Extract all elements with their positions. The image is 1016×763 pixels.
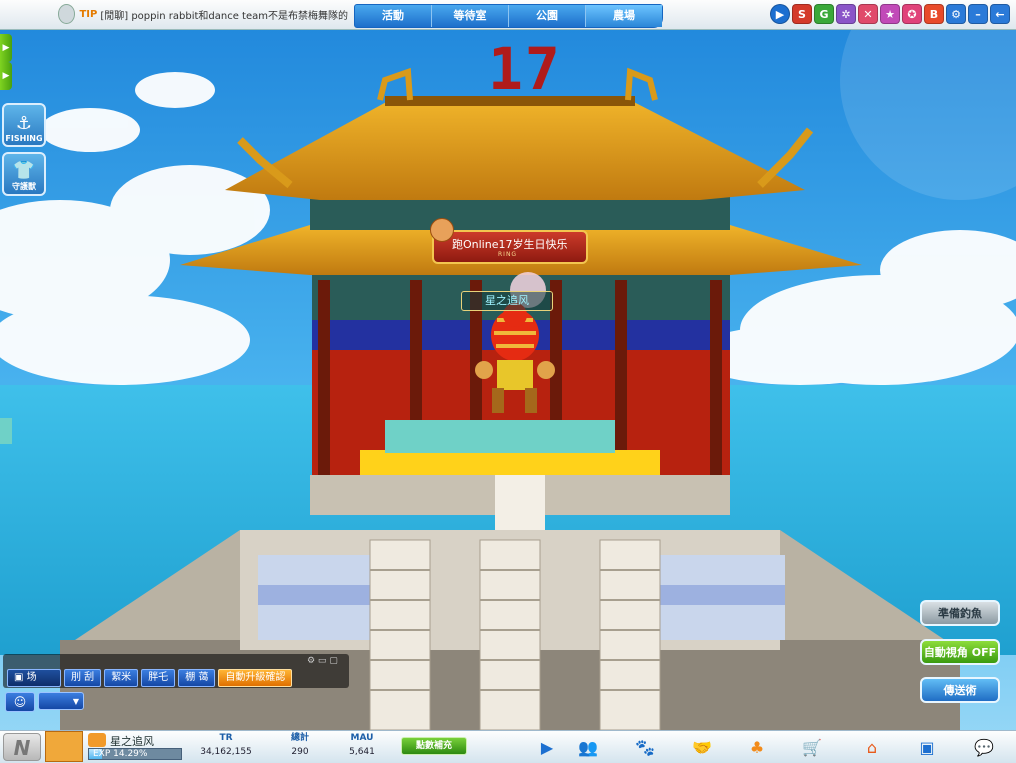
game-logo[interactable]: N — [3, 733, 41, 761]
chat-icon: ▣ — [14, 672, 27, 683]
book-label: B — [929, 7, 939, 21]
event-title: 跑Online17岁生日快乐 — [452, 238, 568, 251]
tab-park[interactable]: 公園 — [509, 5, 586, 27]
tab-farm[interactable]: 農場 — [586, 5, 662, 27]
prepare-fishing-label: 準備釣魚 — [938, 607, 982, 620]
friends-icon[interactable]: 👥 — [576, 736, 600, 758]
guild-icon[interactable]: ♣ — [745, 736, 769, 758]
handshake-icon[interactable]: 🤝 — [690, 736, 714, 758]
tab-activity[interactable]: 活動 — [355, 5, 432, 27]
game-scene: 17 — [0, 0, 1016, 762]
top-bar: TIP [閒聊] poppin rabbit和dance team不是布禁梅舞隊… — [0, 0, 1016, 30]
store-label: S — [798, 7, 806, 21]
player-name: 星之追风 — [110, 735, 154, 748]
chevron-down-icon: ▼ — [72, 697, 79, 706]
temple-sign: 17 — [488, 35, 562, 103]
book-icon[interactable]: B — [924, 4, 944, 24]
play-circle-icon[interactable]: ▶ — [535, 736, 559, 758]
stat-tr-value: 34,162,155 — [200, 747, 252, 757]
stat-tr-key: TR — [219, 733, 233, 743]
event-avatar-icon — [430, 218, 454, 242]
star-icon[interactable]: ★ — [880, 4, 900, 24]
chat-panel: ⚙ ▭ ▢ ▣ 场 刖 刮 絜米 胖乇 棚 蔼 自動升級確認 — [3, 654, 349, 688]
avatar[interactable] — [45, 731, 83, 762]
chat-input-row: ☺ ▼ — [5, 692, 84, 712]
nav-tabs: 活動 等待室 公園 農場 — [354, 4, 663, 28]
event-title-banner: 跑Online17岁生日快乐 RING — [430, 218, 588, 264]
mascot-icon — [58, 4, 76, 24]
gear-icon[interactable]: ⚙ — [946, 4, 966, 24]
pet-paw-icon[interactable]: 🐾 — [633, 736, 657, 758]
collapse-tab-2[interactable]: ▶ — [0, 62, 12, 90]
collapse-tab-1[interactable]: ▶ — [0, 34, 12, 62]
store-icon[interactable]: S — [792, 4, 812, 24]
smiley-icon: ☺ — [13, 695, 27, 709]
stat-tr: TR 34,162,155 — [188, 732, 264, 762]
chat-tabs: ▣ 场 刖 刮 絜米 胖乇 棚 蔼 自動升級確認 — [7, 669, 293, 687]
chat-channel-select[interactable]: ▼ — [38, 692, 84, 710]
tab-waiting-room[interactable]: 等待室 — [432, 5, 509, 27]
chat-tab-5[interactable]: 棚 蔼 — [178, 669, 216, 687]
x-icon[interactable]: ✕ — [858, 4, 878, 24]
stat-mau-key: MAU — [350, 733, 374, 743]
g-icon[interactable]: G — [814, 4, 834, 24]
teleport-button[interactable]: 傳送術 — [920, 677, 1000, 703]
auto-upgrade-confirm-button[interactable]: 自動升級確認 — [218, 669, 293, 687]
guardian-beast-button[interactable]: 👕 守護獸 — [2, 152, 46, 196]
prepare-fishing-button[interactable]: 準備釣魚 — [920, 600, 1000, 626]
event-subtitle: RING — [498, 251, 518, 258]
chat-tab-4[interactable]: 胖乇 — [141, 669, 176, 687]
tip-ticker[interactable]: TIP [閒聊] poppin rabbit和dance team不是布禁梅舞隊… — [58, 3, 348, 25]
fishing-hook-icon: ⚓ — [15, 113, 33, 134]
teleport-label: 傳送術 — [943, 684, 977, 697]
chat-tab-2[interactable]: 刖 刮 — [64, 669, 102, 687]
fishing-label: FISHING — [5, 134, 43, 143]
chat-tab-field-label: 场 — [26, 672, 37, 683]
guardian-label: 守護獸 — [12, 182, 36, 191]
exp-label: EXP 14.29% — [93, 749, 148, 759]
topup-button[interactable]: 點數補充 — [401, 737, 467, 755]
tip-text: [閒聊] poppin rabbit和dance team不是布禁梅舞隊的 — [100, 10, 348, 22]
stat-mau-value: 5,641 — [349, 747, 375, 757]
exp-bar: EXP 14.29% — [88, 748, 182, 760]
auto-view-label: 自動視角 OFF — [923, 646, 997, 659]
bag-icon[interactable]: ▣ — [915, 736, 939, 758]
settings-icon[interactable]: ✲ — [836, 4, 856, 24]
level-badge-icon — [88, 733, 106, 747]
auto-view-toggle[interactable]: 自動視角 OFF — [920, 639, 1000, 665]
star-book-icon[interactable]: ✪ — [902, 4, 922, 24]
chat-window-controls[interactable]: ⚙ ▭ ▢ — [307, 656, 338, 666]
fishing-button[interactable]: ⚓ FISHING — [2, 103, 46, 147]
player-nametag[interactable]: 星之追风 — [461, 291, 553, 311]
play-icon[interactable]: ▶ — [770, 4, 790, 24]
g-label: G — [819, 7, 829, 21]
chat-bubble-icon[interactable]: 💬 — [972, 736, 996, 758]
chat-tab-3[interactable]: 絜米 — [104, 669, 139, 687]
back-icon[interactable]: ← — [990, 4, 1010, 24]
bottom-status-bar: N 星之追风 EXP 14.29% TR 34,162,155 總計 290 M… — [0, 730, 1016, 763]
stat-mau: MAU 5,641 — [324, 732, 400, 762]
tip-prefix: TIP — [79, 8, 98, 20]
shirt-icon: 👕 — [12, 160, 36, 181]
chat-tab-field[interactable]: ▣ 场 — [7, 669, 61, 687]
emote-button[interactable]: ☺ — [5, 692, 35, 712]
minimize-icon[interactable]: – — [968, 4, 988, 24]
home-icon[interactable]: ⌂ — [860, 736, 884, 758]
top-right-buttons: ▶ S G ✲ ✕ ★ ✪ B ⚙ – ← — [770, 4, 1010, 24]
cart-icon[interactable]: 🛒 — [800, 736, 824, 758]
